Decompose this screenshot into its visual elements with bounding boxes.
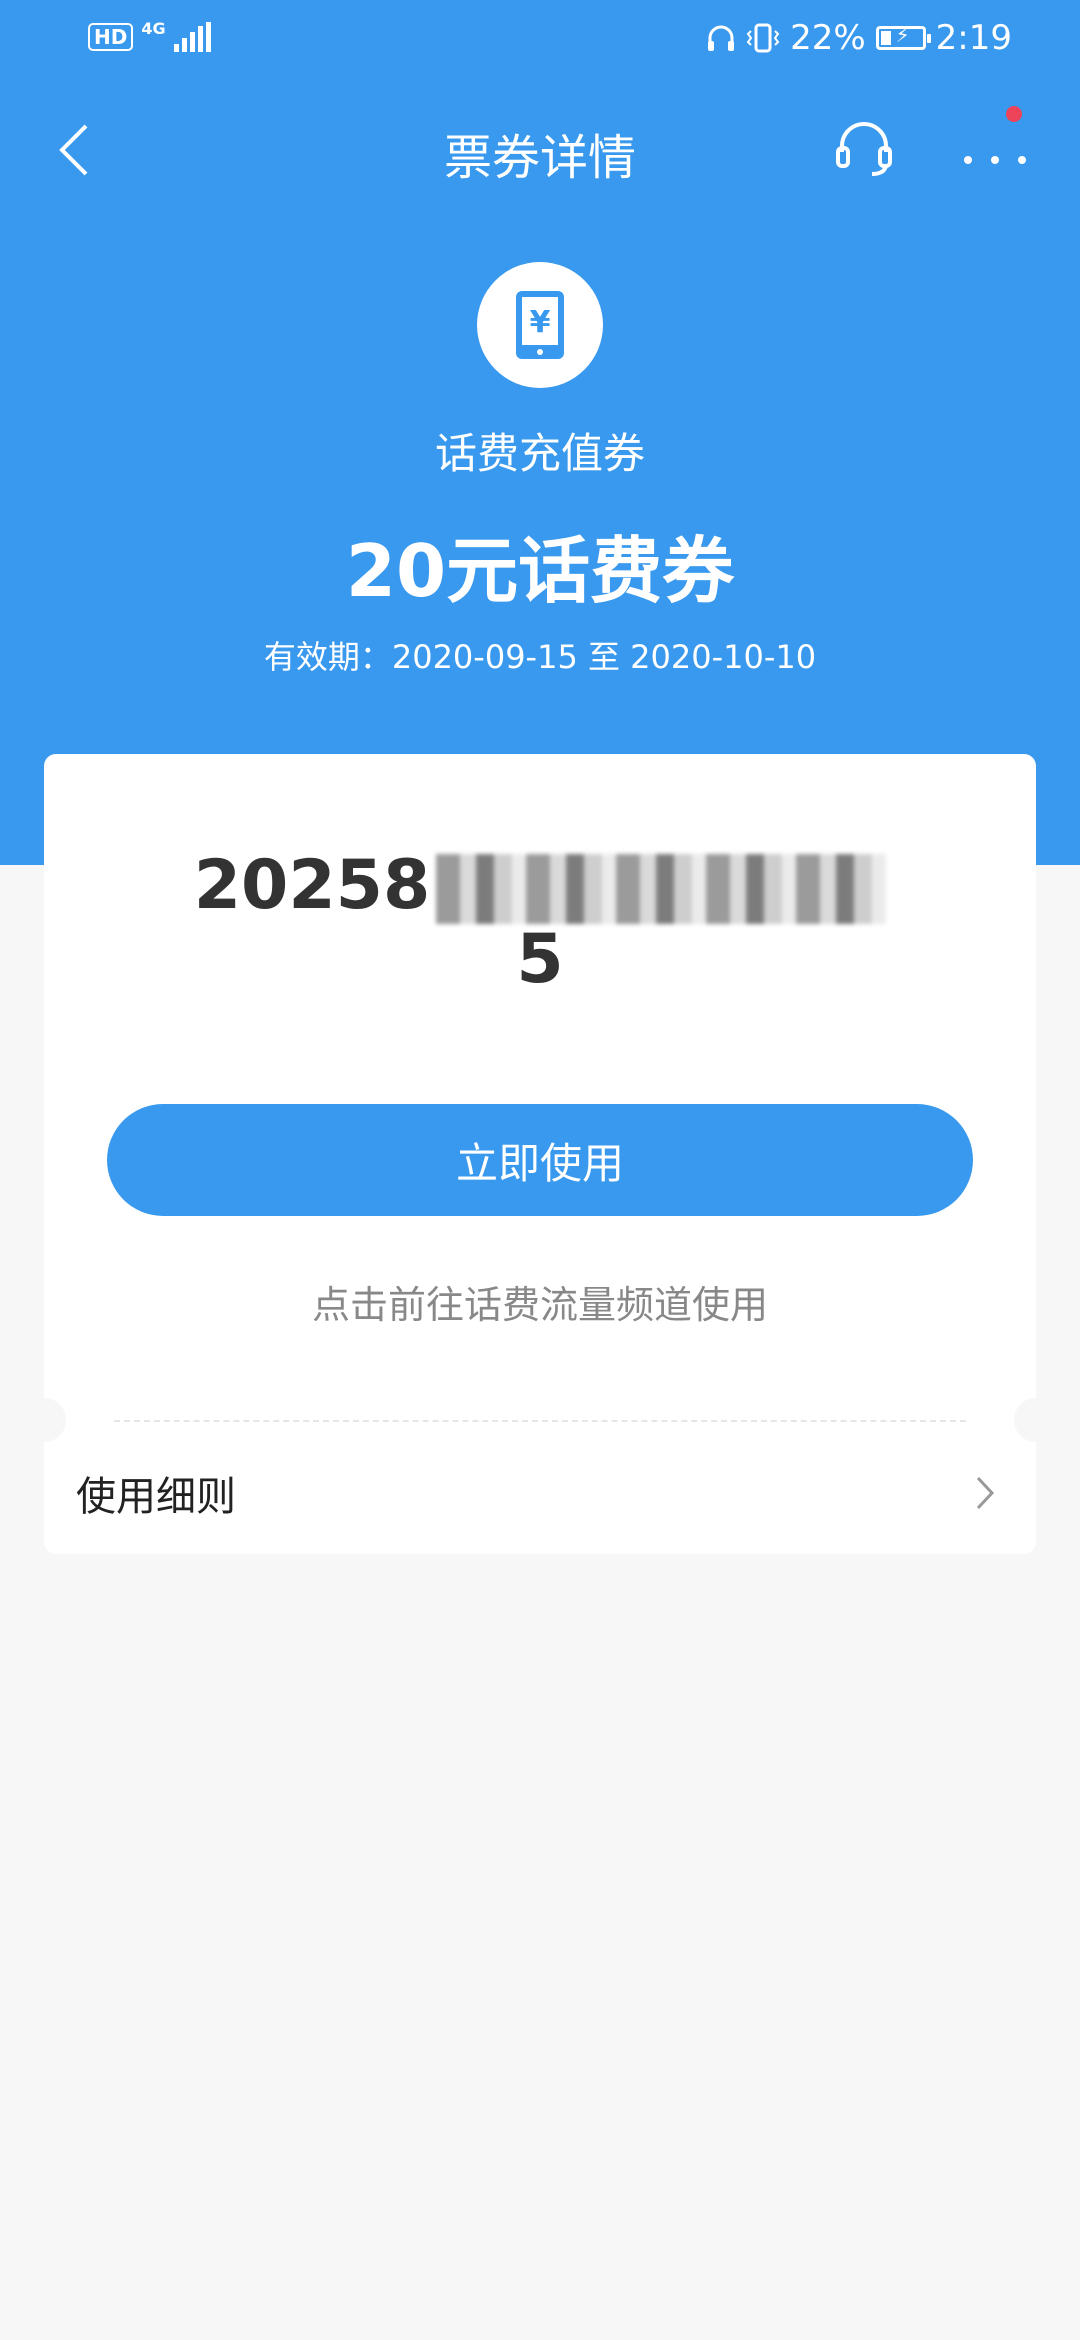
coupon-card: 20258 5 立即使用 点击前往话费流量频道使用 使用细则 — [22, 754, 1058, 1554]
usage-rules-label: 使用细则 — [76, 1474, 236, 1520]
chevron-right-icon — [976, 1476, 995, 1510]
more-options-icon[interactable] — [960, 120, 1030, 180]
signal-icon — [173, 22, 211, 52]
svg-text:¥: ¥ — [530, 305, 551, 340]
dashed-divider — [114, 1420, 966, 1422]
coupon-code-end: 5 — [516, 920, 564, 1000]
vibrate-icon — [746, 23, 780, 53]
validity-period: 有效期：2020-09-15 至 2020-10-10 — [263, 638, 817, 676]
notification-dot — [1006, 106, 1022, 122]
coupon-code: 20258 5 — [44, 850, 1036, 996]
hd-indicator: HD — [88, 23, 134, 51]
coupon-name: 20元话费券 — [345, 529, 735, 613]
coupon-type: 话费充值券 — [434, 429, 645, 478]
usage-rules-row[interactable]: 使用细则 — [44, 1438, 1036, 1554]
headphones-icon — [708, 25, 735, 51]
phone-recharge-icon: ¥ — [477, 262, 603, 388]
coupon-code-redacted — [436, 854, 887, 925]
clock: 2:19 — [935, 18, 1012, 58]
use-now-button[interactable]: 立即使用 — [107, 1104, 973, 1216]
status-bar: HD 4G 22% ⚡ 2:19 — [0, 0, 1080, 80]
battery-icon: ⚡ — [875, 23, 931, 50]
usage-hint: 点击前往话费流量频道使用 — [311, 1283, 768, 1327]
customer-service-icon[interactable] — [832, 116, 896, 180]
ticket-notch-left — [22, 1398, 66, 1442]
network-type: 4G — [141, 19, 166, 38]
ticket-notch-right — [1014, 1398, 1058, 1442]
battery-percent: 22% — [790, 18, 866, 58]
page-title: 票券详情 — [443, 130, 636, 186]
coupon-code-start: 20258 — [193, 846, 431, 925]
nav-bar: 票券详情 — [0, 100, 1080, 200]
